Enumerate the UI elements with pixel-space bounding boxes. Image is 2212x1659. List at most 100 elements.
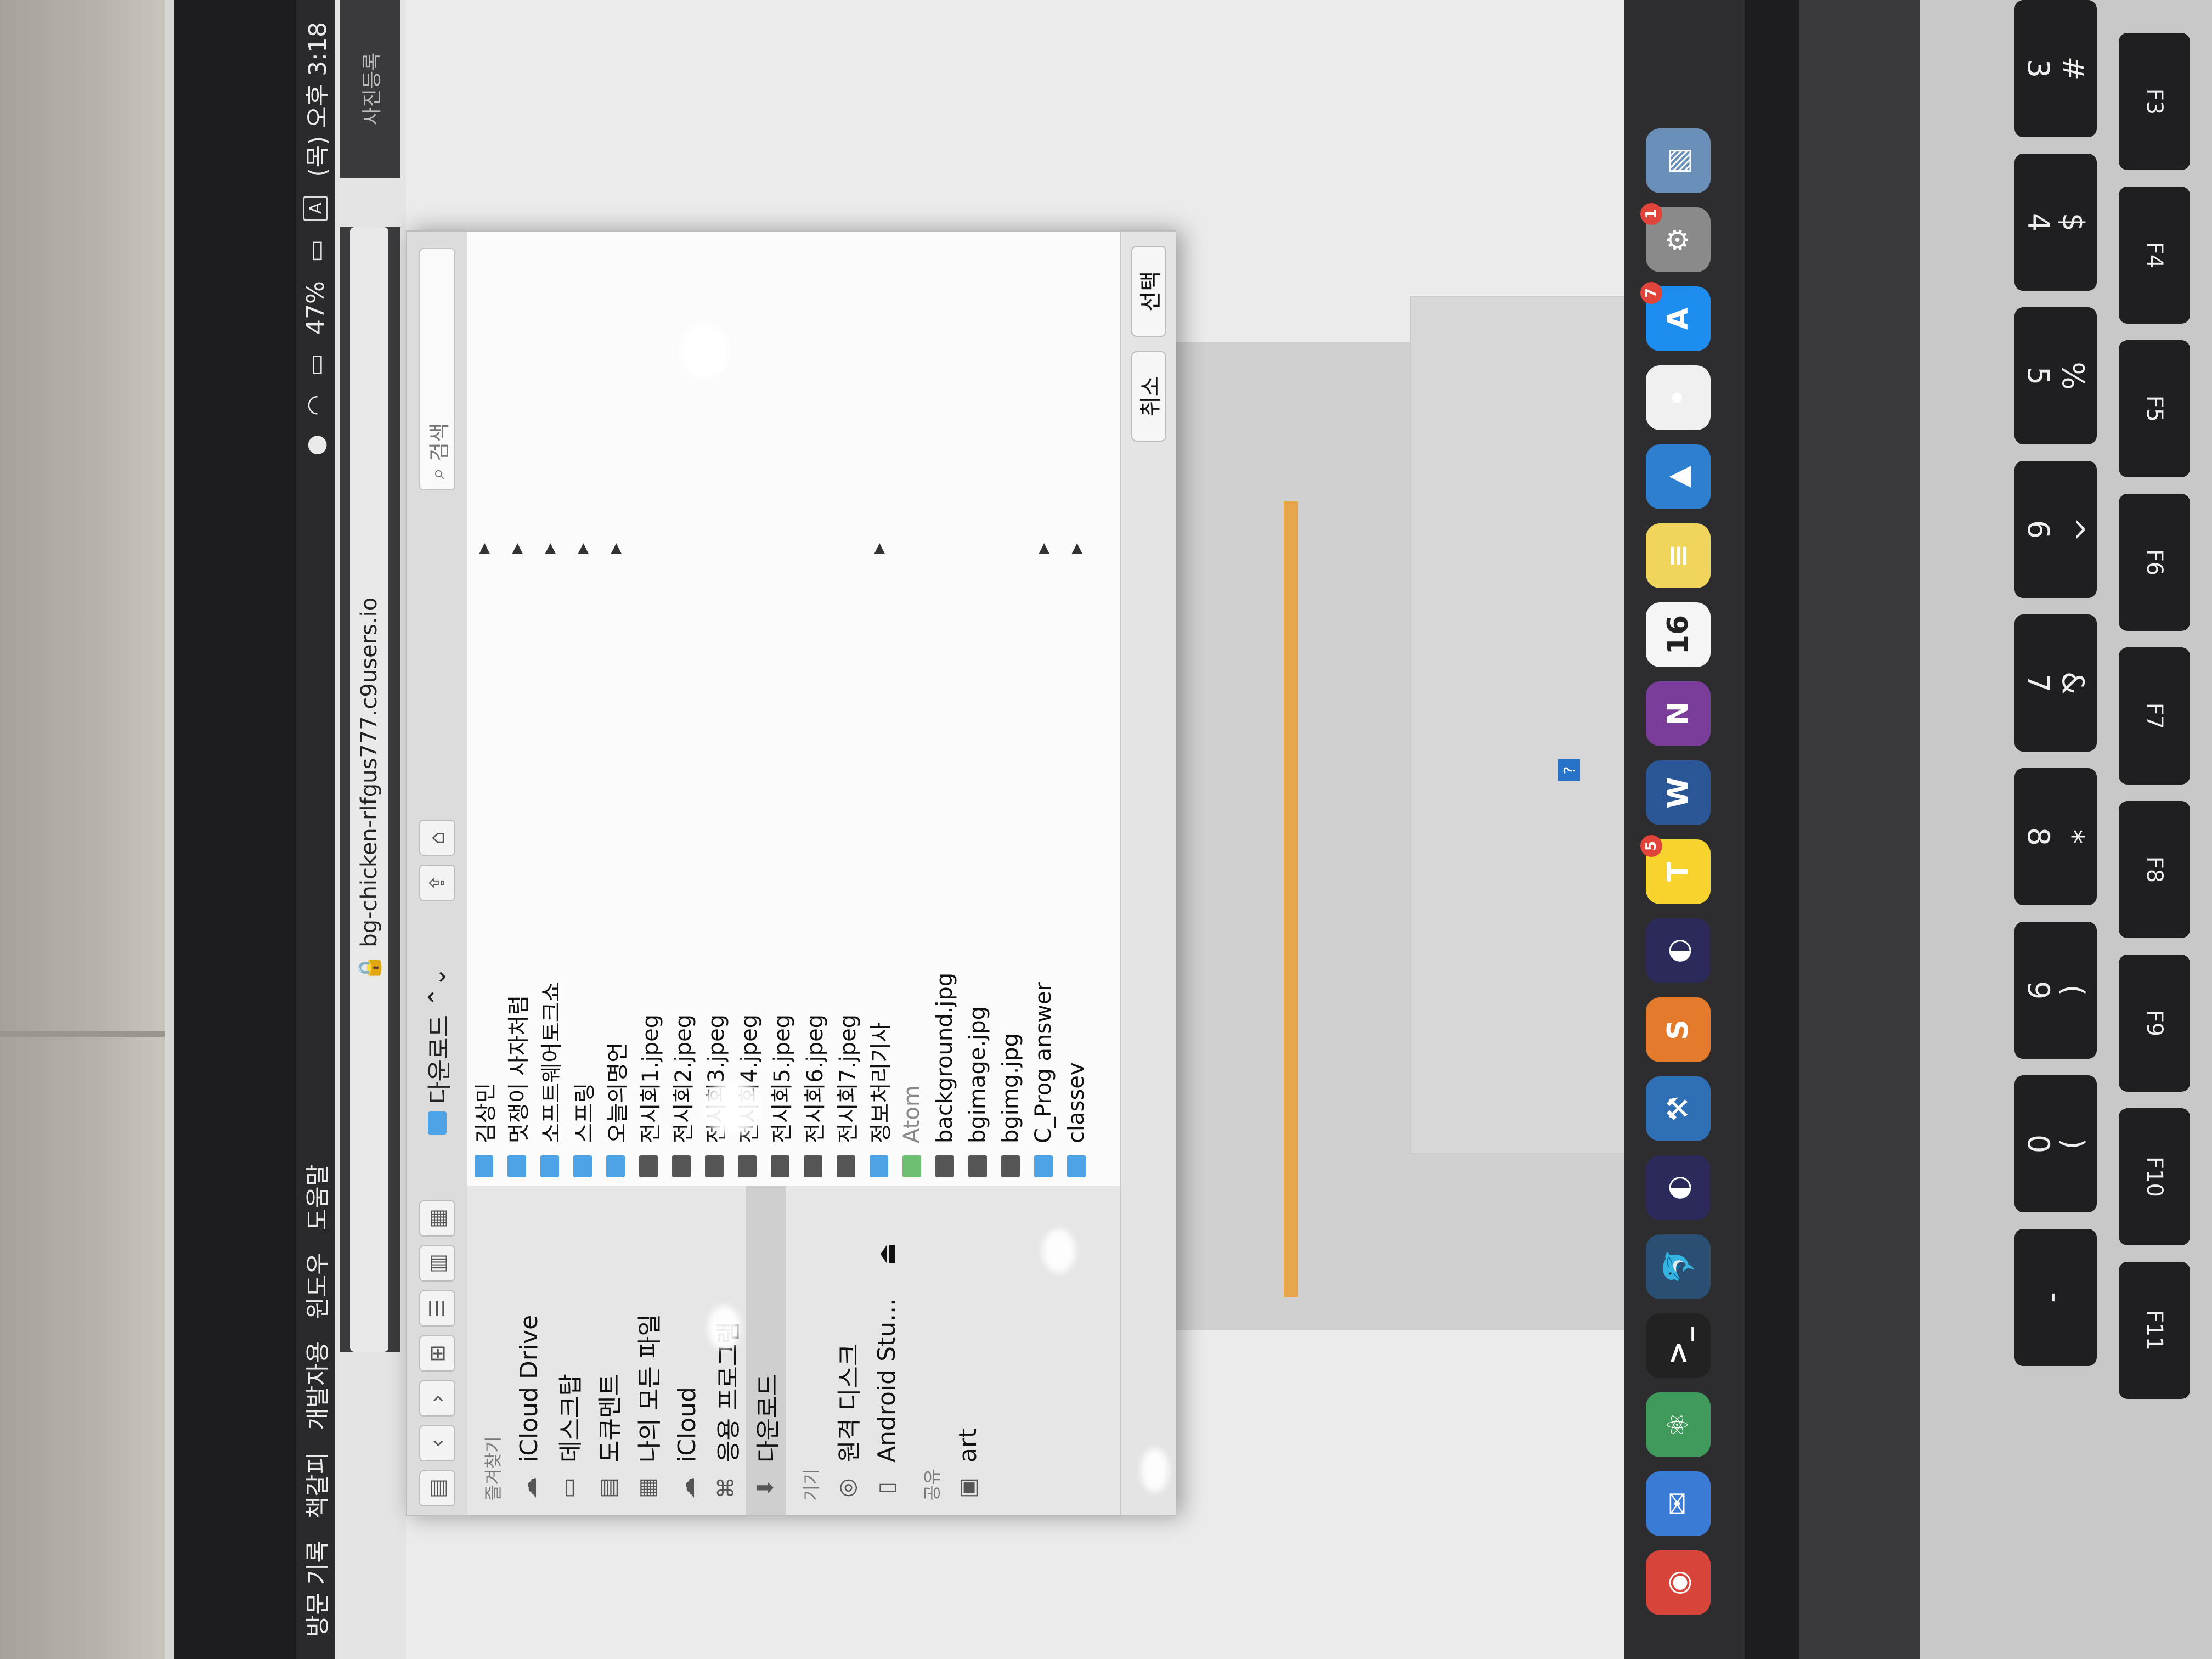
function-key[interactable]: F5	[2119, 340, 2190, 477]
dock-app-kakaotalk-icon[interactable]: T5	[1640, 835, 1711, 904]
dock-app-eclipse-icon[interactable]: ◐	[1646, 1155, 1711, 1220]
dock-app-appstore-icon[interactable]: A7	[1640, 282, 1711, 351]
file-row[interactable]: C_Prog answer ▶	[1027, 533, 1060, 1186]
sidebar-item-icloud[interactable]: ☁ iCloud	[667, 1186, 707, 1515]
sidebar-item-documents[interactable]: ▤ 도큐멘트	[588, 1186, 628, 1515]
file-row[interactable]: 소프트웨어토크쇼 ▶	[533, 533, 566, 1186]
search-input[interactable]: ⌕ 검색	[419, 248, 455, 490]
menu-bookmarks[interactable]: 책갈피	[298, 1452, 333, 1519]
app-icon	[902, 1155, 921, 1177]
dock-app-keynote-icon[interactable]: ▲	[1646, 444, 1711, 509]
forward-button[interactable]: ›	[419, 1380, 455, 1417]
number-key[interactable]: ) 0	[2015, 1075, 2097, 1212]
file-row[interactable]: 멋쟁이 사자처럼 ▶	[500, 533, 533, 1186]
location-popup[interactable]: 다운로드 ⌃⌄	[420, 967, 455, 1135]
file-row[interactable]: 오늘의명언 ▶	[599, 533, 632, 1186]
function-key[interactable]: F6	[2119, 494, 2190, 631]
number-key[interactable]: -	[2015, 1229, 2097, 1366]
number-key[interactable]: * 8	[2015, 768, 2097, 905]
function-key[interactable]: F10	[2119, 1108, 2190, 1245]
file-row[interactable]: 전시회5.jpeg	[764, 533, 797, 1186]
file-row[interactable]: 전시회2.jpeg	[665, 533, 698, 1186]
file-row[interactable]: bgimg.jpg	[994, 533, 1027, 1186]
file-row[interactable]: 정보처리기사 ▶	[862, 533, 895, 1186]
number-key[interactable]: % 5	[2015, 307, 2097, 444]
file-row[interactable]: 전시회6.jpeg	[797, 533, 830, 1186]
notification-icon[interactable]: ●	[302, 435, 330, 455]
folder-icon	[573, 1155, 592, 1177]
airplay-icon[interactable]: ▭	[302, 353, 330, 376]
dock-app-terminal-icon[interactable]: >_	[1646, 1313, 1711, 1378]
file-row[interactable]: background.jpg	[928, 533, 961, 1186]
gallery-view-icon[interactable]: ▦	[419, 1200, 455, 1237]
file-row[interactable]: 전시회7.jpeg	[830, 533, 862, 1186]
dock-app-sublime-icon[interactable]: S	[1646, 997, 1711, 1062]
back-button[interactable]: ‹	[419, 1425, 455, 1462]
dock-app-onenote-icon[interactable]: N	[1646, 681, 1711, 746]
file-row[interactable]: Atom	[895, 533, 928, 1186]
sidebar-item-downloads[interactable]: ⬇ 다운로드	[746, 1186, 786, 1515]
floor-background	[0, 0, 165, 1659]
file-name: 전시회5.jpeg	[770, 1014, 795, 1143]
file-name: 전시회1.jpeg	[638, 1014, 663, 1143]
dock-app-preview-icon[interactable]: ▧	[1646, 128, 1711, 193]
number-key[interactable]: $ 4	[2015, 154, 2097, 291]
file-name: bgimage.jpg	[965, 1006, 990, 1143]
file-row[interactable]: 스프링 ▶	[566, 533, 599, 1186]
function-key[interactable]: F9	[2119, 955, 2190, 1092]
address-bar[interactable]: 🔒 bg-chicken-rlfgus777.c9users.io	[350, 227, 388, 1352]
menu-help[interactable]: 도움말	[298, 1164, 333, 1231]
function-key[interactable]: F11	[2119, 1262, 2190, 1399]
dock-app-atom-icon[interactable]: ⚛	[1646, 1392, 1711, 1457]
sidebar-item-icloud-drive[interactable]: ☁ iCloud Drive	[509, 1186, 549, 1515]
number-key[interactable]: # 3	[2015, 0, 2097, 137]
menu-develop[interactable]: 개발자용	[298, 1341, 333, 1430]
file-row[interactable]: classev ▶	[1060, 533, 1093, 1186]
sidebar-item-remote-disc[interactable]: ◎ 원격 디스크	[827, 1186, 867, 1515]
dock-app-reminders-icon[interactable]: •	[1646, 365, 1711, 430]
disclosure-arrow-icon: ▶	[1035, 543, 1052, 554]
menu-history[interactable]: 방문 기록	[298, 1541, 333, 1637]
icon-view-icon[interactable]: ⊞	[419, 1335, 455, 1372]
list-view-icon[interactable]: ☰	[419, 1290, 455, 1327]
sidebar-toggle-icon[interactable]: ▤	[419, 1470, 455, 1506]
cancel-button[interactable]: 취소	[1131, 351, 1166, 442]
sidebar-item-android-studio[interactable]: ▯ Android Stu... ⏏	[867, 1186, 906, 1515]
dock-app-chrome-icon[interactable]: ◉	[1646, 1550, 1711, 1615]
number-key[interactable]: & 7	[2015, 614, 2097, 752]
dock-app-calendar-icon[interactable]: 16	[1646, 602, 1711, 667]
sidebar-item-desktop[interactable]: ▭ 데스크탑	[549, 1186, 588, 1515]
input-source-icon[interactable]: A	[303, 195, 328, 221]
sidebar-item-art[interactable]: ▣ art	[948, 1186, 988, 1515]
file-row[interactable]: 김상민 ▶	[467, 533, 500, 1186]
function-key[interactable]: F7	[2119, 647, 2190, 785]
menu-clock[interactable]: (목) 오후 3:18	[298, 22, 333, 177]
eject-icon[interactable]: ⏏	[873, 1243, 901, 1266]
browser-tab[interactable]: 사진등록	[340, 0, 400, 178]
dock-app-gear-icon[interactable]: ⚙ 1	[1640, 203, 1711, 272]
file-row[interactable]: bgimage.jpg	[961, 533, 994, 1186]
function-key[interactable]: F8	[2119, 801, 2190, 938]
sidebar-item-applications[interactable]: ⌘ 응용 프로그램	[707, 1186, 746, 1515]
wifi-icon[interactable]: ◠	[302, 395, 330, 416]
folder-icon	[870, 1155, 888, 1177]
dock-app-mail-icon[interactable]: ✉	[1646, 1471, 1711, 1536]
function-key[interactable]: F3	[2119, 33, 2190, 170]
number-key[interactable]: ^ 6	[2015, 461, 2097, 598]
dock-app-eclipse-icon[interactable]: ◐	[1646, 918, 1711, 983]
battery-percent[interactable]: 47%	[302, 281, 330, 335]
dock-app-word-icon[interactable]: W	[1646, 760, 1711, 825]
share-icon[interactable]: ⇪	[419, 865, 455, 901]
column-view-icon[interactable]: ▥	[419, 1245, 455, 1282]
file-row[interactable]: 전시회1.jpeg	[632, 533, 665, 1186]
menu-window[interactable]: 윈도우	[298, 1252, 333, 1319]
number-key[interactable]: ( 9	[2015, 922, 2097, 1059]
select-button[interactable]: 선택	[1131, 246, 1166, 337]
dock-app-xcode-icon[interactable]: ⚒	[1646, 1076, 1711, 1141]
battery-icon[interactable]: ▭	[302, 240, 330, 263]
tag-icon[interactable]: ⌂	[419, 820, 455, 856]
dock-app-dolphin-icon[interactable]: 🐬	[1646, 1234, 1711, 1299]
dock-app-notes-icon[interactable]: ≡	[1646, 523, 1711, 588]
sidebar-item-all-files[interactable]: ▦ 나의 모든 파일	[628, 1186, 667, 1515]
function-key[interactable]: F4	[2119, 187, 2190, 324]
